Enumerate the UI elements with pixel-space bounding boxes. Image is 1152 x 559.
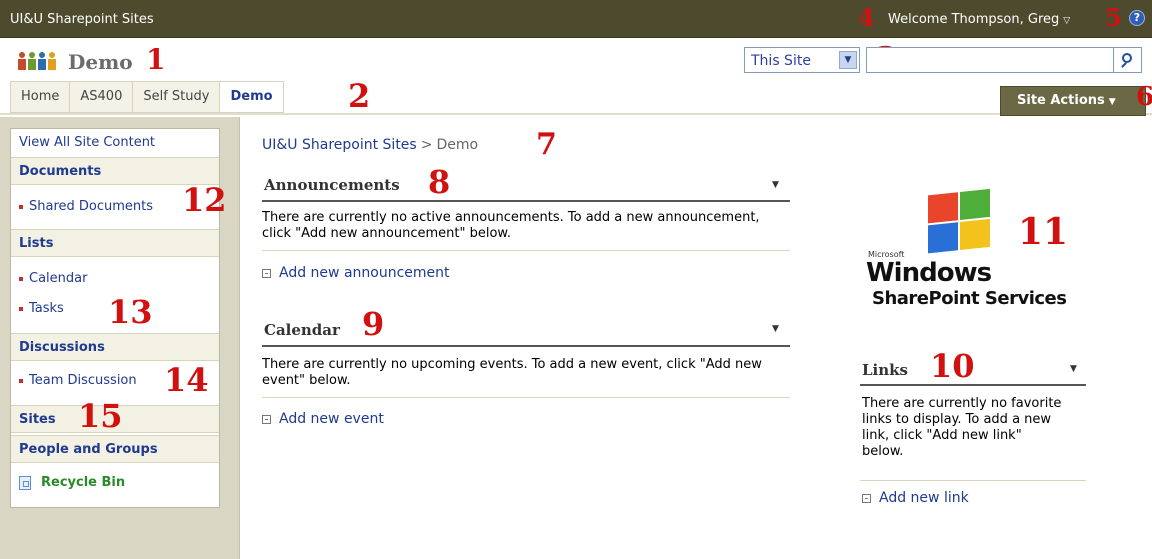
recycle-bin-link[interactable]: Recycle Bin bbox=[19, 475, 125, 490]
welcome-text: Welcome Thompson, Greg bbox=[888, 12, 1060, 27]
breadcrumb-current: Demo bbox=[436, 137, 479, 153]
windows-flag-icon bbox=[928, 188, 992, 256]
callout-5: 5 bbox=[1105, 3, 1122, 32]
ql-heading-lists[interactable]: Lists bbox=[11, 229, 219, 257]
ql-item-team-discussion[interactable]: Team Discussion bbox=[19, 373, 137, 388]
tab-as400[interactable]: AS400 bbox=[70, 82, 134, 112]
search-icon bbox=[1122, 53, 1132, 63]
calendar-body: There are currently no upcoming events. … bbox=[262, 357, 762, 388]
site-actions-button[interactable]: Site Actions ▼ bbox=[1000, 86, 1146, 116]
global-top-bar: UI&U Sharepoint Sites Welcome Thompson, … bbox=[0, 0, 1152, 38]
callout-9: 9 bbox=[362, 305, 385, 343]
ql-item-calendar[interactable]: Calendar bbox=[19, 271, 87, 286]
chevron-down-icon[interactable]: ▼ bbox=[1070, 364, 1077, 374]
breadcrumb-separator: > bbox=[420, 137, 433, 153]
add-icon bbox=[262, 414, 271, 424]
search-button[interactable] bbox=[1114, 47, 1142, 73]
callout-7: 7 bbox=[536, 127, 557, 162]
callout-15: 15 bbox=[78, 397, 123, 435]
callout-12: 12 bbox=[182, 181, 227, 219]
search-scope-select[interactable]: This Site ▼ bbox=[744, 47, 860, 73]
welcome-menu[interactable]: Welcome Thompson, Greg ▽ bbox=[888, 12, 1070, 27]
callout-6: 6 bbox=[1136, 82, 1152, 112]
top-nav: Home AS400 Self Study Demo bbox=[0, 79, 1152, 115]
callout-13: 13 bbox=[108, 293, 153, 331]
chevron-down-icon[interactable]: ▼ bbox=[772, 324, 779, 334]
site-actions-label: Site Actions bbox=[1017, 93, 1105, 108]
search-input[interactable] bbox=[866, 47, 1114, 73]
tab-self-study[interactable]: Self Study bbox=[133, 82, 221, 112]
callout-14: 14 bbox=[164, 361, 209, 399]
callout-11: 11 bbox=[1018, 211, 1069, 253]
chevron-down-icon: ▼ bbox=[1108, 97, 1116, 107]
site-logo-icon bbox=[18, 52, 56, 70]
add-icon bbox=[262, 268, 271, 278]
ql-item-tasks[interactable]: Tasks bbox=[19, 301, 64, 316]
breadcrumb-root-link[interactable]: UI&U Sharepoint Sites bbox=[262, 137, 417, 153]
chevron-down-icon: ▽ bbox=[1063, 16, 1071, 26]
tab-demo[interactable]: Demo bbox=[220, 82, 283, 112]
chevron-down-icon[interactable]: ▼ bbox=[772, 180, 779, 190]
add-icon bbox=[862, 493, 871, 503]
callout-1: 1 bbox=[146, 43, 166, 76]
ql-heading-discussions[interactable]: Discussions bbox=[11, 333, 219, 361]
search-scope-value: This Site bbox=[751, 53, 811, 69]
recycle-bin-icon bbox=[19, 475, 31, 490]
callout-10: 10 bbox=[930, 347, 975, 385]
help-icon[interactable]: ? bbox=[1129, 10, 1145, 26]
view-all-content-link[interactable]: View All Site Content bbox=[19, 135, 155, 150]
add-new-event-link[interactable]: Add new event bbox=[262, 411, 384, 427]
calendar-title[interactable]: Calendar bbox=[264, 321, 340, 339]
announcements-body: There are currently no active announceme… bbox=[262, 210, 760, 241]
callout-2: 2 bbox=[348, 77, 371, 115]
announcements-title[interactable]: Announcements bbox=[264, 176, 400, 194]
page-title: Demo bbox=[68, 50, 133, 74]
links-body: There are currently no favorite links to… bbox=[862, 396, 1062, 459]
breadcrumb: UI&U Sharepoint Sites > Demo bbox=[262, 137, 478, 153]
callout-8: 8 bbox=[428, 163, 451, 201]
tab-bar: Home AS400 Self Study Demo bbox=[10, 81, 284, 113]
chevron-down-icon[interactable]: ▼ bbox=[839, 51, 857, 69]
links-title[interactable]: Links bbox=[862, 361, 908, 379]
ql-heading-people-groups[interactable]: People and Groups bbox=[11, 435, 219, 463]
add-new-announcement-link[interactable]: Add new announcement bbox=[262, 265, 450, 281]
tab-home[interactable]: Home bbox=[11, 82, 71, 112]
callout-4: 4 bbox=[858, 3, 875, 32]
add-new-link-link[interactable]: Add new link bbox=[862, 490, 969, 506]
ql-item-shared-documents[interactable]: Shared Documents bbox=[19, 199, 153, 214]
top-site-link[interactable]: UI&U Sharepoint Sites bbox=[10, 12, 154, 27]
